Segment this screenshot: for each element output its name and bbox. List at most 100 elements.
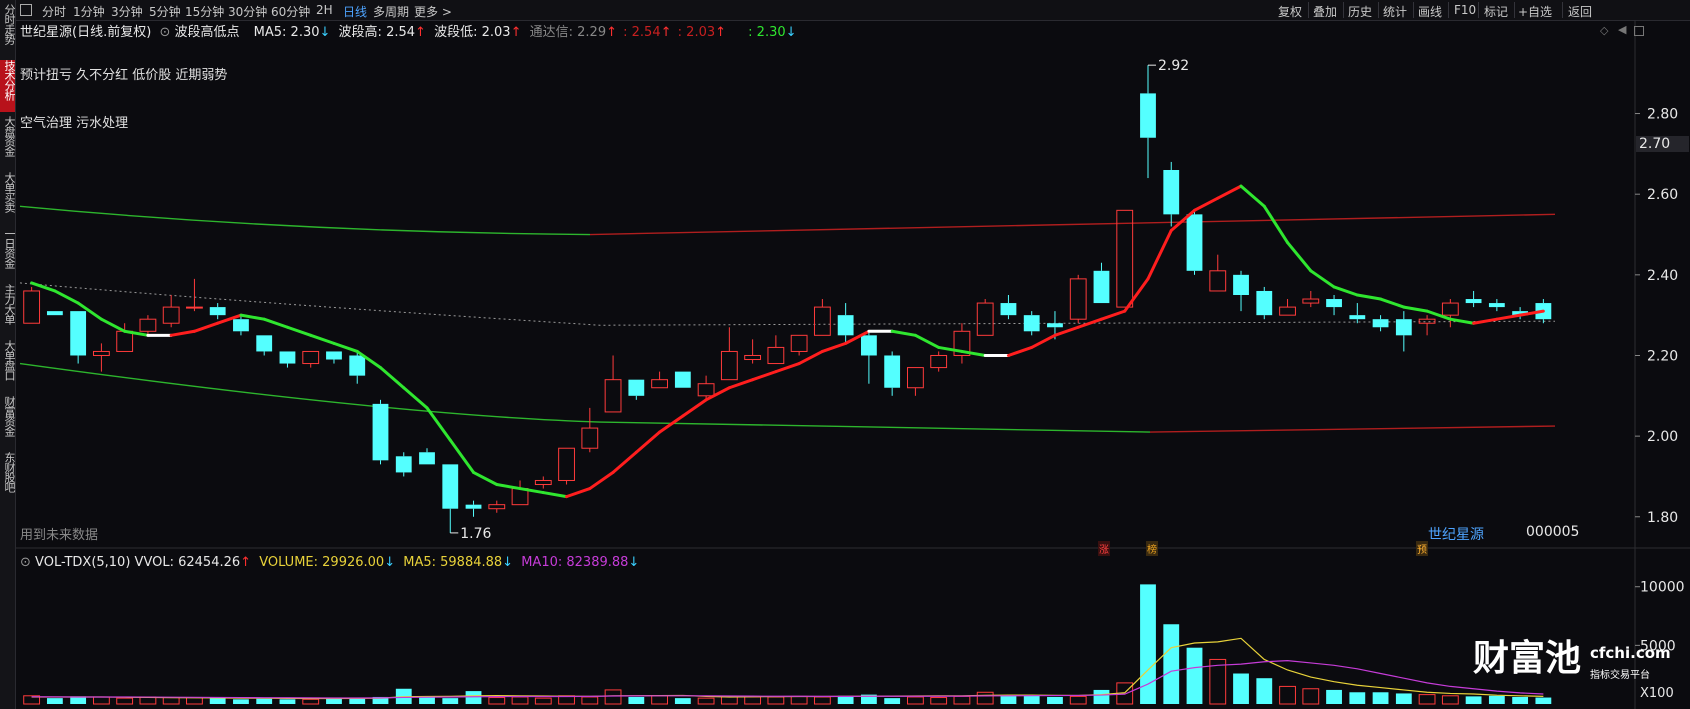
- ma5-line: [1146, 228, 1173, 281]
- volume-bar: [46, 698, 63, 704]
- volume-bar: [1000, 695, 1017, 704]
- brand-logo: 财富池: [1473, 638, 1582, 679]
- volume-bar: [511, 696, 529, 705]
- vol-ma10-legend: MA10: 82389.88↓: [521, 555, 640, 570]
- volume-bar: [92, 696, 110, 705]
- volume-unit: X100: [1640, 686, 1674, 701]
- ma5-line: [1239, 184, 1266, 208]
- volume-bar: [1069, 695, 1087, 705]
- ma5-line: [378, 366, 406, 390]
- ma5-line: [1309, 269, 1336, 289]
- volume-bar: [651, 695, 668, 705]
- candle-body: [720, 350, 738, 381]
- candle-body: [233, 319, 249, 332]
- ma5-line: [239, 313, 266, 321]
- brand-slogan: 指标交易平台: [1590, 670, 1650, 681]
- candle-body: [1233, 274, 1249, 295]
- volume-bar: [953, 695, 971, 705]
- volume-bar: [1163, 624, 1180, 704]
- volume-bar: [907, 696, 924, 705]
- candle-body: [930, 354, 948, 369]
- volume-bar: [442, 698, 459, 704]
- candle-body: [23, 290, 41, 324]
- ma5-line: [1402, 305, 1429, 313]
- ma5-line: [30, 281, 57, 293]
- ma5-line: [1448, 317, 1476, 325]
- candle-body: [744, 354, 762, 361]
- volume-bar: [1326, 689, 1342, 704]
- panel-arrow-icon[interactable]: ◀: [1618, 23, 1626, 36]
- candle-body: [697, 383, 715, 397]
- candle-body: [186, 306, 203, 309]
- ma5-line: [1193, 196, 1220, 212]
- panel-settings-icon[interactable]: ◇: [1600, 24, 1608, 37]
- candle-body: [1441, 302, 1459, 316]
- volume-bar: [604, 689, 622, 705]
- concept-tags-1: 预计扭亏 久不分红 低价股 近期弱势: [20, 68, 228, 83]
- candle-body: [1047, 323, 1063, 328]
- candle-body: [604, 379, 622, 413]
- concept-tags-2: 空气治理 污水处理: [20, 116, 129, 131]
- ma5-line: [53, 289, 80, 305]
- candle-body: [46, 311, 63, 316]
- volume-bar: [697, 697, 715, 705]
- volume-ma10-line: [31, 660, 1544, 699]
- candle-body: [1279, 306, 1296, 316]
- candle-body: [488, 504, 506, 510]
- ma5-line: [704, 386, 731, 402]
- candle-body: [1093, 270, 1110, 304]
- future-data-note: 用到未来数据: [20, 528, 99, 543]
- volume-tick-label: 10000: [1640, 580, 1685, 596]
- ma5-line: [541, 491, 569, 499]
- ma5-line: [727, 378, 755, 390]
- panel-expand-icon[interactable]: [1634, 26, 1644, 36]
- ma5-line: [1123, 277, 1150, 313]
- band-low-legend: 波段低: 2.03↑: [434, 25, 522, 40]
- volume-bar: [930, 697, 948, 705]
- marker-limit-up[interactable]: 涨: [1098, 541, 1110, 556]
- volume-bar: [1093, 689, 1110, 704]
- volume-bar: [837, 695, 854, 704]
- volume-bar: [279, 699, 296, 704]
- ma5-line: [774, 362, 801, 374]
- ma5-legend: MA5: 2.30↓: [253, 25, 331, 40]
- candle-body: [162, 306, 180, 324]
- ma5-line: [169, 329, 196, 337]
- extra-legend-2: : 2.03↑: [677, 25, 727, 40]
- indicator-collapse-icon[interactable]: ⊙: [159, 25, 170, 40]
- ma5-line: [192, 321, 220, 333]
- volume-bar: [1349, 692, 1366, 704]
- ma5-line: [123, 329, 150, 337]
- volume-bar: [1395, 693, 1412, 704]
- volume-collapse-icon[interactable]: ⊙: [20, 555, 31, 570]
- candle-body: [1418, 318, 1436, 324]
- price-tick-label: 2.80: [1647, 107, 1678, 123]
- candle-body: [837, 315, 854, 336]
- candle-body: [1000, 303, 1017, 316]
- volume-bar: [1233, 673, 1249, 704]
- volume-bar: [465, 691, 482, 704]
- ma5-line: [1262, 204, 1290, 245]
- ma5-line: [285, 325, 313, 337]
- ma5-line: [309, 333, 336, 345]
- candle-body: [1186, 214, 1203, 271]
- volume-bar: [1047, 696, 1063, 704]
- volume-bar: [116, 697, 134, 705]
- stock-name: 世纪星源: [20, 25, 73, 40]
- marker-forecast[interactable]: 预: [1416, 541, 1428, 556]
- candle-body: [326, 351, 342, 360]
- ma5-line: [1472, 317, 1499, 325]
- channel-upper-line: [19, 205, 591, 236]
- price-tick-label: 2.40: [1647, 268, 1678, 284]
- candle-body: [395, 456, 412, 473]
- marker-ranking[interactable]: 榜: [1146, 541, 1158, 556]
- price-volume-chart[interactable]: 1.802.002.202.402.602.802.921.7650001000…: [0, 0, 1690, 709]
- candle-body: [279, 351, 296, 364]
- candle-body: [1256, 290, 1273, 316]
- volume-indicator-name: VOL-TDX(5,10): [35, 555, 131, 570]
- stock-watermark: 世纪星源: [1428, 527, 1484, 543]
- candle-body: [209, 307, 226, 316]
- candle-body: [581, 427, 599, 449]
- ma5-line: [937, 345, 964, 353]
- volume-bar: [1302, 688, 1320, 705]
